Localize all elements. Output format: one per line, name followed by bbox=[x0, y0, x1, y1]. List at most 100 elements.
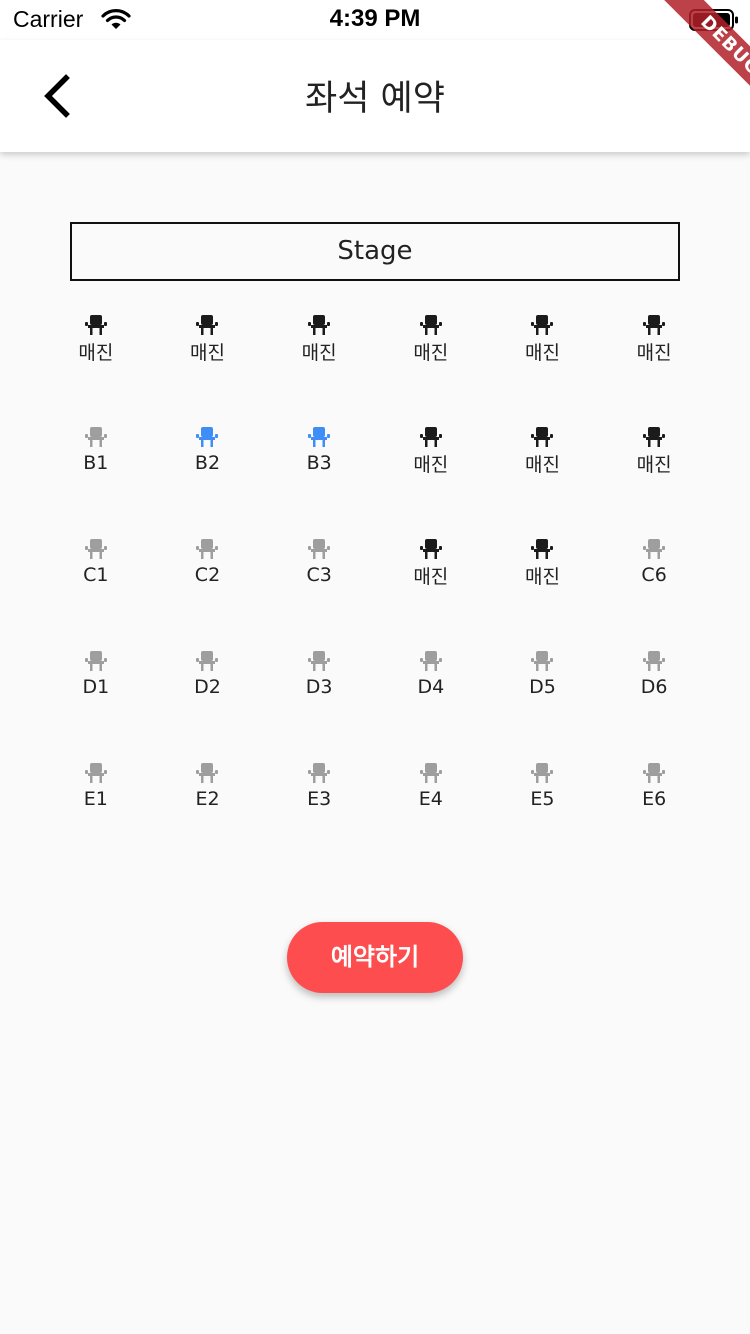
seat-icon bbox=[419, 651, 442, 671]
seat-e4[interactable]: E4 bbox=[375, 758, 487, 870]
seat-icon bbox=[308, 315, 331, 335]
seat-c1[interactable]: C1 bbox=[40, 534, 152, 646]
seat-b2[interactable]: B2 bbox=[152, 422, 264, 534]
seat-icon bbox=[531, 763, 554, 783]
seat-c4[interactable]: 매진 bbox=[375, 534, 487, 646]
seat-icon bbox=[308, 427, 331, 447]
seat-a1[interactable]: 매진 bbox=[40, 310, 152, 422]
seat-icon bbox=[419, 539, 442, 559]
seat-icon bbox=[643, 651, 666, 671]
seat-label: 매진 bbox=[78, 342, 114, 364]
seat-a4[interactable]: 매진 bbox=[375, 310, 487, 422]
seat-icon bbox=[196, 763, 219, 783]
seat-d6[interactable]: D6 bbox=[598, 646, 710, 758]
seat-icon bbox=[84, 427, 107, 447]
seat-icon bbox=[308, 763, 331, 783]
seat-row-b: B1 B2 B3 매진 매진 매진 bbox=[40, 422, 710, 534]
seat-grid: 매진 매진 매진 매진 매진 매진 B1 B2 B3 매진 매진 매진 C1 C2 C3 매진 매진 C6 D1 D2… bbox=[40, 310, 710, 870]
seat-icon bbox=[84, 315, 107, 335]
seat-label: C2 bbox=[194, 564, 221, 586]
seat-label: D2 bbox=[194, 676, 221, 698]
seat-label: D1 bbox=[82, 676, 110, 698]
seat-icon bbox=[643, 315, 666, 335]
seat-icon bbox=[196, 427, 219, 447]
seat-label: B3 bbox=[306, 452, 332, 474]
seat-label: 매진 bbox=[524, 342, 560, 364]
seat-row-e: E1 E2 E3 E4 E5 E6 bbox=[40, 758, 710, 870]
seat-c6[interactable]: C6 bbox=[598, 534, 710, 646]
seat-label: 매진 bbox=[524, 566, 560, 588]
seat-icon bbox=[419, 763, 442, 783]
seat-c3[interactable]: C3 bbox=[263, 534, 375, 646]
reserve-button[interactable]: 예약하기 bbox=[287, 922, 463, 993]
page-title: 좌석 예약 bbox=[305, 79, 445, 119]
seat-label: E3 bbox=[307, 788, 332, 810]
seat-label: 매진 bbox=[413, 342, 449, 364]
seat-label: E4 bbox=[418, 788, 443, 810]
seat-label: D3 bbox=[305, 676, 333, 698]
seat-icon bbox=[84, 651, 107, 671]
seat-b4[interactable]: 매진 bbox=[375, 422, 487, 534]
seat-b5[interactable]: 매진 bbox=[487, 422, 599, 534]
seat-label: C3 bbox=[306, 564, 332, 586]
seat-icon bbox=[643, 763, 666, 783]
status-time: 4:39 PM bbox=[329, 5, 421, 32]
seat-label: C1 bbox=[83, 564, 109, 586]
seat-b3[interactable]: B3 bbox=[263, 422, 375, 534]
app-bar: 좌석 예약 bbox=[0, 40, 750, 152]
seat-label: B2 bbox=[194, 452, 221, 474]
status-bar: Carrier 4:39 PM bbox=[0, 0, 750, 40]
stage-label: Stage bbox=[70, 222, 680, 281]
seat-row-c: C1 C2 C3 매진 매진 C6 bbox=[40, 534, 710, 646]
seat-e1[interactable]: E1 bbox=[40, 758, 152, 870]
seat-icon bbox=[531, 427, 554, 447]
seat-c5[interactable]: 매진 bbox=[487, 534, 599, 646]
seat-icon bbox=[308, 651, 331, 671]
seat-icon bbox=[419, 427, 442, 447]
seat-icon bbox=[531, 651, 554, 671]
seat-label: B1 bbox=[83, 452, 109, 474]
seat-icon bbox=[531, 315, 554, 335]
battery-icon bbox=[689, 9, 738, 31]
seat-b6[interactable]: 매진 bbox=[598, 422, 710, 534]
seat-d3[interactable]: D3 bbox=[263, 646, 375, 758]
seat-icon bbox=[196, 315, 219, 335]
seat-icon bbox=[643, 427, 666, 447]
seat-icon bbox=[84, 763, 107, 783]
seat-label: 매진 bbox=[636, 342, 672, 364]
seat-icon bbox=[308, 539, 331, 559]
seat-icon bbox=[196, 651, 219, 671]
seat-d4[interactable]: D4 bbox=[375, 646, 487, 758]
seat-a6[interactable]: 매진 bbox=[598, 310, 710, 422]
seat-label: D6 bbox=[640, 676, 668, 698]
seat-label: 매진 bbox=[524, 454, 560, 476]
seat-d2[interactable]: D2 bbox=[152, 646, 264, 758]
seat-label: 매진 bbox=[413, 566, 449, 588]
seat-icon bbox=[196, 539, 219, 559]
seat-icon bbox=[84, 539, 107, 559]
seat-label: E1 bbox=[83, 788, 108, 810]
seat-label: 매진 bbox=[301, 342, 337, 364]
seat-label: E2 bbox=[195, 788, 220, 810]
seat-label: 매진 bbox=[413, 454, 449, 476]
seat-icon bbox=[643, 539, 666, 559]
seat-a3[interactable]: 매진 bbox=[263, 310, 375, 422]
seat-a2[interactable]: 매진 bbox=[152, 310, 264, 422]
seat-label: E5 bbox=[530, 788, 555, 810]
seat-e2[interactable]: E2 bbox=[152, 758, 264, 870]
seat-d1[interactable]: D1 bbox=[40, 646, 152, 758]
seat-e5[interactable]: E5 bbox=[487, 758, 599, 870]
seat-d5[interactable]: D5 bbox=[487, 646, 599, 758]
seat-label: E6 bbox=[642, 788, 667, 810]
seat-label: 매진 bbox=[636, 454, 672, 476]
seat-row-d: D1 D2 D3 D4 D5 D6 bbox=[40, 646, 710, 758]
seat-c2[interactable]: C2 bbox=[152, 534, 264, 646]
seat-a5[interactable]: 매진 bbox=[487, 310, 599, 422]
seat-label: D4 bbox=[417, 676, 445, 698]
seat-icon bbox=[531, 539, 554, 559]
seat-label: C6 bbox=[641, 564, 667, 586]
seat-e3[interactable]: E3 bbox=[263, 758, 375, 870]
seat-e6[interactable]: E6 bbox=[598, 758, 710, 870]
seat-label: D5 bbox=[529, 676, 556, 698]
seat-b1[interactable]: B1 bbox=[40, 422, 152, 534]
